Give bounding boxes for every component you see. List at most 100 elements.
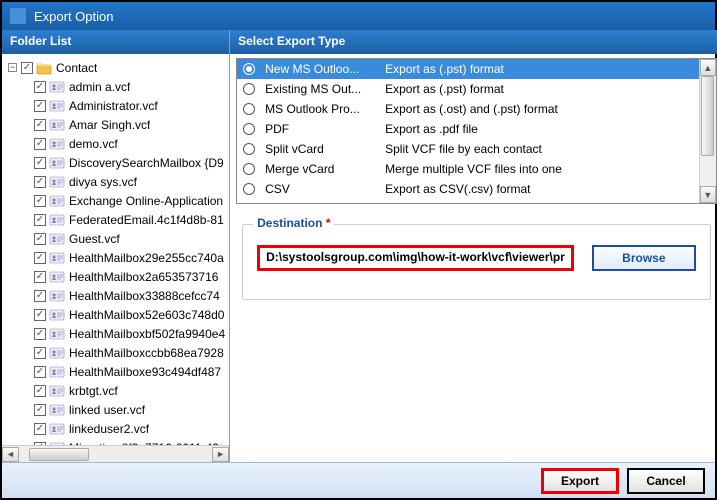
tree-item[interactable]: HealthMailbox52e603c748d0: [6, 305, 225, 324]
tree-item[interactable]: HealthMailbox33888cefcc74: [6, 286, 225, 305]
checkbox[interactable]: [34, 119, 46, 131]
tree-item-label: Administrator.vcf: [69, 99, 158, 113]
tree-item[interactable]: HealthMailboxe93c494df487: [6, 362, 225, 381]
checkbox[interactable]: [34, 309, 46, 321]
tree-item[interactable]: HealthMailbox2a653573716: [6, 267, 225, 286]
scroll-thumb[interactable]: [29, 448, 89, 461]
tree-item-label: linkeduser2.vcf: [69, 422, 149, 436]
tree-item-label: admin a.vcf: [69, 80, 130, 94]
checkbox[interactable]: [34, 366, 46, 378]
checkbox[interactable]: [21, 62, 33, 74]
export-button[interactable]: Export: [541, 468, 619, 494]
checkbox[interactable]: [34, 81, 46, 93]
radio-button[interactable]: [243, 83, 255, 95]
scroll-down-icon[interactable]: ▼: [700, 186, 716, 203]
browse-button[interactable]: Browse: [592, 245, 696, 271]
vcard-icon: [49, 422, 65, 436]
option-desc: Export as CSV(.csv) format: [385, 182, 710, 196]
option-desc: Split VCF file by each contact: [385, 142, 710, 156]
vertical-scrollbar[interactable]: ▲ ▼: [699, 59, 716, 203]
checkbox[interactable]: [34, 290, 46, 302]
checkbox[interactable]: [34, 138, 46, 150]
export-type-list[interactable]: New MS Outloo...Export as (.pst) formatE…: [236, 58, 717, 204]
radio-button[interactable]: [243, 143, 255, 155]
tree-item[interactable]: Guest.vcf: [6, 229, 225, 248]
tree-item[interactable]: DiscoverySearchMailbox {D9: [6, 153, 225, 172]
tree-item[interactable]: Amar Singh.vcf: [6, 115, 225, 134]
tree-item[interactable]: linkeduser2.vcf: [6, 419, 225, 438]
tree-item[interactable]: HealthMailbox29e255cc740a: [6, 248, 225, 267]
cancel-button[interactable]: Cancel: [627, 468, 705, 494]
export-option[interactable]: GoogleCSVExport as Google CSV( csv) form…: [237, 199, 716, 204]
option-name: GoogleCSV: [265, 202, 385, 204]
radio-button[interactable]: [243, 103, 255, 115]
radio-button[interactable]: [243, 123, 255, 135]
vcard-icon: [49, 270, 65, 284]
radio-button[interactable]: [243, 203, 255, 204]
export-option[interactable]: Split vCardSplit VCF file by each contac…: [237, 139, 716, 159]
export-option[interactable]: Merge vCardMerge multiple VCF files into…: [237, 159, 716, 179]
tree-item[interactable]: linked user.vcf: [6, 400, 225, 419]
tree-item[interactable]: krbtgt.vcf: [6, 381, 225, 400]
export-option[interactable]: PDFExport as .pdf file: [237, 119, 716, 139]
option-name: Merge vCard: [265, 162, 385, 176]
checkbox[interactable]: [34, 100, 46, 112]
checkbox[interactable]: [34, 271, 46, 283]
tree-item[interactable]: demo.vcf: [6, 134, 225, 153]
checkbox[interactable]: [34, 195, 46, 207]
vcard-icon: [49, 156, 65, 170]
export-option[interactable]: MS Outlook Pro...Export as (.ost) and (.…: [237, 99, 716, 119]
folder-tree[interactable]: −Contact admin a.vcf Administrator.vcf Amar…: [2, 54, 229, 445]
export-option[interactable]: CSVExport as CSV(.csv) format: [237, 179, 716, 199]
tree-item[interactable]: admin a.vcf: [6, 77, 225, 96]
checkbox[interactable]: [34, 423, 46, 435]
scroll-up-icon[interactable]: ▲: [700, 59, 716, 76]
tree-item-label: demo.vcf: [69, 137, 118, 151]
option-desc: Export as (.ost) and (.pst) format: [385, 102, 710, 116]
checkbox[interactable]: [34, 442, 46, 446]
vcard-icon: [49, 175, 65, 189]
checkbox[interactable]: [34, 347, 46, 359]
radio-button[interactable]: [243, 163, 255, 175]
destination-label: Destination *: [253, 216, 334, 230]
scroll-right-icon[interactable]: ►: [212, 447, 229, 462]
tree-item[interactable]: HealthMailboxbf502fa9940e4: [6, 324, 225, 343]
tree-item[interactable]: divya sys.vcf: [6, 172, 225, 191]
tree-item-label: HealthMailboxe93c494df487: [69, 365, 221, 379]
vcard-icon: [49, 289, 65, 303]
tree-item[interactable]: HealthMailboxccbb68ea7928: [6, 343, 225, 362]
tree-item-label: HealthMailbox52e603c748d0: [69, 308, 224, 322]
checkbox[interactable]: [34, 252, 46, 264]
radio-button[interactable]: [243, 183, 255, 195]
tree-item-label: HealthMailbox33888cefcc74: [69, 289, 220, 303]
collapse-icon[interactable]: −: [8, 63, 17, 72]
option-desc: Merge multiple VCF files into one: [385, 162, 710, 176]
checkbox[interactable]: [34, 404, 46, 416]
export-option[interactable]: New MS Outloo...Export as (.pst) format: [237, 59, 716, 79]
tree-item[interactable]: Exchange Online-Application: [6, 191, 225, 210]
vcard-icon: [49, 327, 65, 341]
checkbox[interactable]: [34, 176, 46, 188]
export-option[interactable]: Existing MS Out...Export as (.pst) forma…: [237, 79, 716, 99]
scroll-thumb[interactable]: [701, 76, 714, 156]
tree-item-label: Guest.vcf: [69, 232, 120, 246]
checkbox[interactable]: [34, 157, 46, 169]
tree-item[interactable]: FederatedEmail.4c1f4d8b-81: [6, 210, 225, 229]
tree-root-contact[interactable]: −Contact: [6, 58, 225, 77]
option-desc: Export as (.pst) format: [385, 82, 710, 96]
option-name: New MS Outloo...: [265, 62, 385, 76]
destination-input[interactable]: D:\systoolsgroup.com\img\how-it-work\vcf…: [257, 245, 574, 271]
vcard-icon: [49, 403, 65, 417]
vcard-icon: [49, 118, 65, 132]
folder-list-header: Folder List: [2, 30, 229, 54]
checkbox[interactable]: [34, 385, 46, 397]
horizontal-scrollbar[interactable]: ◄ ►: [2, 445, 229, 462]
checkbox[interactable]: [34, 328, 46, 340]
tree-item[interactable]: Migration.8f3e7716-2011-43: [6, 438, 225, 445]
tree-item[interactable]: Administrator.vcf: [6, 96, 225, 115]
checkbox[interactable]: [34, 214, 46, 226]
radio-button[interactable]: [243, 63, 255, 75]
destination-group: Destination * D:\systoolsgroup.com\img\h…: [242, 224, 711, 300]
checkbox[interactable]: [34, 233, 46, 245]
scroll-left-icon[interactable]: ◄: [2, 447, 19, 462]
